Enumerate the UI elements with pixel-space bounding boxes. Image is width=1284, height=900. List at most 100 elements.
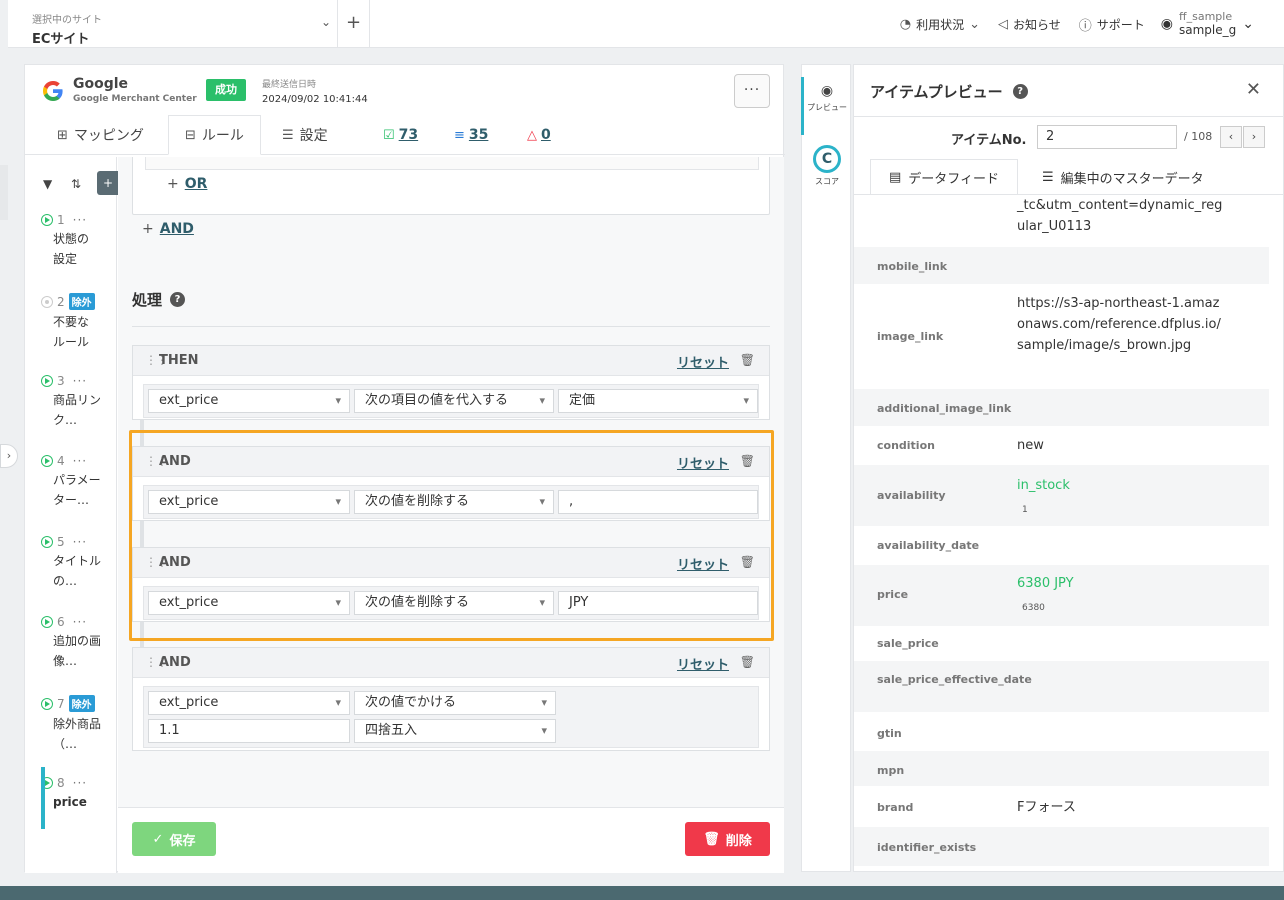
preview-key: availability (877, 489, 946, 502)
item-preview-panel: アイテムプレビュー ? ✕ アイテムNo. 2 / 108 ‹ › ▤ データフ… (853, 64, 1284, 872)
delete-button[interactable]: 🗑 削除 (685, 822, 770, 856)
rail-preview[interactable]: ◉ プレビュー (801, 77, 852, 135)
operation-select[interactable]: 次の値を削除する (354, 591, 554, 615)
or-label[interactable]: OR (185, 176, 208, 192)
tab-data-feed[interactable]: ▤ データフィード (870, 159, 1019, 195)
field-select[interactable]: ext_price (148, 691, 350, 715)
value-input[interactable]: , (558, 490, 758, 514)
rule-item-7[interactable]: 7 除外 除外商品（… (41, 695, 115, 754)
add-or-button[interactable]: + OR (167, 176, 207, 192)
stat-fx-count[interactable]: 35 (469, 127, 488, 143)
user-menu[interactable]: ◉ ff_sample sample_g ⌄ (1161, 10, 1254, 38)
next-item-button[interactable]: › (1243, 126, 1265, 148)
rule-item-4[interactable]: 4 ··· パラメーター… (41, 454, 115, 510)
reset-link[interactable]: リセット (677, 352, 729, 371)
preview-value: in_stock (1017, 478, 1070, 493)
rule-title: 状態の設定 (53, 232, 90, 266)
preview-row: sale_price_effective_date (854, 661, 1269, 713)
trash-icon[interactable]: 🗑 (740, 555, 755, 569)
preview-row: additional_image_link (854, 389, 1269, 427)
status-badge: 成功 (206, 79, 246, 101)
operation-select[interactable]: 次の値を削除する (354, 490, 554, 514)
value-select[interactable]: 定価 (558, 389, 758, 413)
prev-item-button[interactable]: ‹ (1220, 126, 1242, 148)
preview-key: price (877, 588, 909, 601)
and-label[interactable]: AND (160, 221, 194, 237)
rail-preview-label: プレビュー (807, 103, 847, 112)
preview-raw-value: 6380 (1022, 603, 1045, 613)
play-icon (41, 214, 53, 226)
tab-master-data[interactable]: ☰ 編集中のマスターデータ (1042, 159, 1204, 195)
reset-link[interactable]: リセット (677, 554, 729, 573)
user-icon: ◉ (1160, 15, 1174, 32)
field-select[interactable]: ext_price (148, 490, 350, 514)
preview-value: new (1017, 438, 1044, 453)
google-logo-icon (43, 81, 63, 101)
operation-select[interactable]: 次の項目の値を代入する (354, 389, 554, 413)
reset-link[interactable]: リセット (677, 453, 729, 472)
play-icon (41, 697, 53, 710)
operation-select[interactable]: 次の値でかける (354, 691, 556, 715)
stat-fx[interactable]: ≡ 35 (454, 127, 488, 143)
rule-item-2[interactable]: 2 除外 不要なルール (41, 293, 115, 352)
tab-settings-label: 設定 (299, 128, 328, 144)
help-circle-icon: ⓘ (1078, 18, 1092, 34)
save-button[interactable]: ✓ 保存 (132, 822, 216, 856)
rule-num: 7 (57, 696, 65, 711)
value-input[interactable]: JPY (558, 591, 758, 615)
tab-rule[interactable]: ⊟ ルール (168, 115, 261, 155)
more-icon[interactable]: ··· (73, 454, 87, 468)
nav-usage[interactable]: ◔ 利用状況 ⌄ (900, 16, 980, 33)
filter-icon[interactable]: ▼ (43, 177, 52, 191)
trash-icon[interactable]: 🗑 (740, 454, 755, 468)
field-select[interactable]: ext_price (148, 591, 350, 615)
nav-support[interactable]: ⓘ サポート (1079, 15, 1145, 34)
step-kind: AND (159, 555, 191, 570)
nav-news[interactable]: ◁ お知らせ (998, 16, 1061, 33)
more-icon[interactable]: ··· (73, 535, 87, 549)
play-icon (41, 616, 53, 628)
preview-row: sale_price (854, 627, 1269, 661)
trash-icon[interactable]: 🗑 (740, 353, 755, 367)
check-list-icon: ☑ (383, 127, 395, 143)
tab-settings[interactable]: ☰ 設定 (282, 115, 328, 155)
channel-card: Google Google Merchant Center 成功 最終送信日時 … (24, 64, 785, 873)
stat-ok-count[interactable]: 73 (399, 127, 418, 143)
close-icon[interactable]: ✕ (1246, 79, 1261, 100)
rail-score[interactable]: C スコア (802, 145, 852, 187)
preview-row: mobile_link (854, 247, 1269, 285)
rounding-select[interactable]: 四捨五入 (354, 719, 556, 743)
rule-item-5[interactable]: 5 ··· タイトルの… (41, 535, 115, 591)
left-strip (0, 165, 8, 220)
add-rule-button[interactable]: + (97, 171, 119, 195)
more-icon[interactable]: ··· (73, 615, 87, 629)
expand-sidebar-button[interactable]: › (0, 444, 18, 468)
site-selector-label: 選択中のサイト (32, 15, 102, 26)
top-nav: ◔ 利用状況 ⌄ ◁ お知らせ ⓘ サポート ◉ ff_sample sampl… (882, 0, 1284, 48)
add-and-condition-button[interactable]: + AND (142, 221, 194, 237)
multiplier-input[interactable]: 1.1 (148, 719, 350, 743)
rule-item-6[interactable]: 6 ··· 追加の画像… (41, 615, 115, 671)
sort-icon[interactable]: ⇅ (71, 177, 81, 191)
reset-link[interactable]: リセット (677, 654, 729, 673)
tab-mapping[interactable]: ⊞ マッピング (57, 115, 144, 155)
field-select[interactable]: ext_price (148, 389, 350, 413)
trash-icon[interactable]: 🗑 (740, 655, 755, 669)
add-site-button[interactable]: + (338, 0, 370, 48)
footer-bar (0, 886, 1284, 900)
more-icon[interactable]: ··· (73, 213, 87, 227)
stat-ok[interactable]: ☑ 73 (383, 127, 418, 143)
more-icon[interactable]: ··· (73, 776, 87, 790)
rule-item-3[interactable]: 3 ··· 商品リンク… (41, 374, 115, 430)
stat-warn-count[interactable]: 0 (541, 127, 551, 143)
rule-item-8[interactable]: 8 ··· price (41, 776, 115, 812)
more-options-button[interactable]: ··· (734, 74, 770, 108)
item-no-input[interactable]: 2 (1037, 125, 1177, 149)
help-icon[interactable]: ? (1012, 84, 1028, 99)
stat-warn[interactable]: △ 0 (527, 127, 551, 143)
help-icon[interactable]: ? (170, 292, 186, 307)
more-icon[interactable]: ··· (73, 374, 87, 388)
warning-icon: △ (527, 127, 537, 143)
rule-item-1[interactable]: 1 ··· 状態の設定 (41, 213, 115, 269)
site-selector[interactable]: 選択中のサイト ECサイト ⌄ (8, 0, 338, 48)
